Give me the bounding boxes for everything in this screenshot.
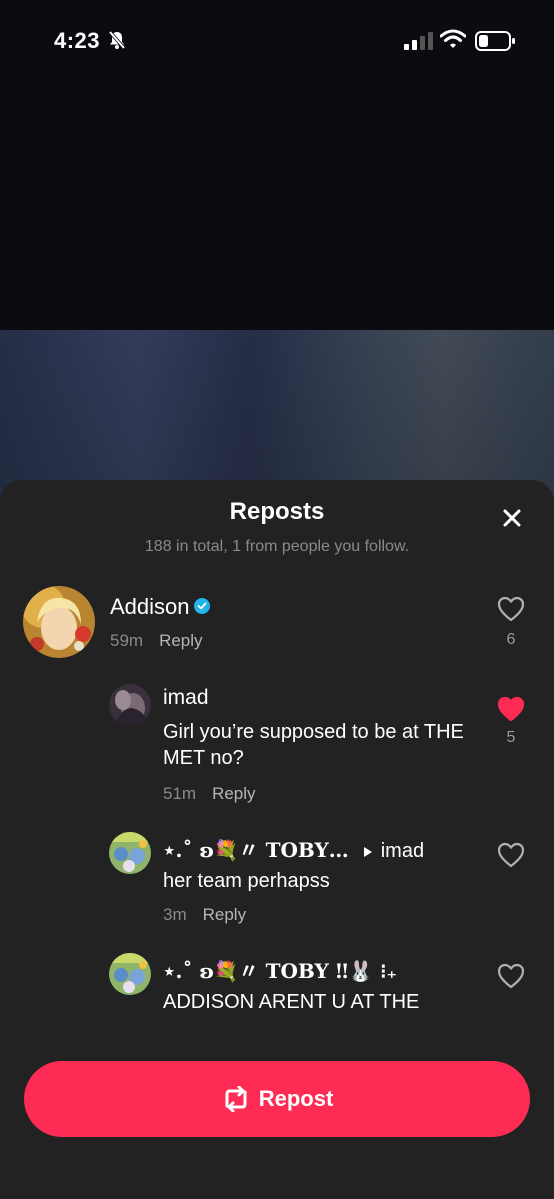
signal-icon (404, 32, 434, 55)
comment-text: her team perhapss (163, 870, 330, 892)
heart-icon[interactable] (497, 963, 525, 994)
avatar[interactable] (109, 832, 151, 874)
repost-button[interactable]: Repost (24, 1061, 530, 1137)
comment-username[interactable]: imad (163, 686, 209, 710)
reposts-sheet: Reposts 188 in total, 1 from people you … (0, 480, 554, 1199)
avatar[interactable] (109, 953, 151, 995)
wifi-icon (439, 28, 467, 55)
comment-text: ADDISON ARENT U AT THE MET GALA (163, 991, 420, 1010)
heart-icon[interactable] (497, 842, 525, 873)
comment-text: Girl you’re supposed to be at THE MET no… (163, 721, 464, 769)
heart-filled-icon[interactable] (497, 696, 525, 727)
comment-meta: 51m Reply (163, 784, 256, 804)
username-text: Addison (110, 594, 190, 619)
heart-icon[interactable] (497, 596, 525, 627)
reply-to-username: imad (380, 840, 425, 862)
comment-meta: 59m Reply (110, 631, 203, 651)
sheet-subtitle: 188 in total, 1 from people you follow. (144, 538, 410, 555)
comment-time: 3m (163, 905, 187, 924)
sheet-title: Reposts (229, 498, 325, 525)
username-text: ⋆.˚ ʚ💐〃 TOBY… (163, 838, 349, 862)
comment-username[interactable]: ⋆.˚ ʚ💐〃 TOBY ‼🐰 ⁝₊ (163, 955, 397, 984)
status-time: 4:23 (54, 28, 101, 53)
repost-label: Repost (258, 1086, 334, 1111)
reply-button[interactable]: Reply (159, 631, 202, 650)
avatar[interactable] (109, 684, 151, 726)
comment-list[interactable]: Addison 59m Reply 6 imad Girl you’re sup… (0, 580, 554, 1010)
comment-username[interactable]: Addison (110, 594, 210, 620)
like-count: 6 (506, 631, 516, 648)
play-arrow-icon (363, 846, 372, 857)
close-icon[interactable] (500, 506, 524, 530)
verified-icon (193, 598, 210, 615)
comment-time: 59m (110, 631, 144, 650)
like-count: 5 (506, 729, 516, 746)
repost-icon (225, 1086, 247, 1112)
reply-button[interactable]: Reply (203, 905, 246, 924)
comment-meta: 3m Reply (163, 905, 246, 925)
comment-time: 51m (163, 784, 197, 803)
reply-button[interactable]: Reply (212, 784, 255, 803)
battery-icon (475, 30, 517, 57)
bell-slash-icon (108, 30, 126, 55)
status-bar: 4:23 (0, 0, 554, 80)
reply-to[interactable]: imad (363, 840, 424, 862)
comment-username[interactable]: ⋆.˚ ʚ💐〃 TOBY… imad (163, 834, 424, 863)
avatar[interactable] (23, 586, 95, 658)
